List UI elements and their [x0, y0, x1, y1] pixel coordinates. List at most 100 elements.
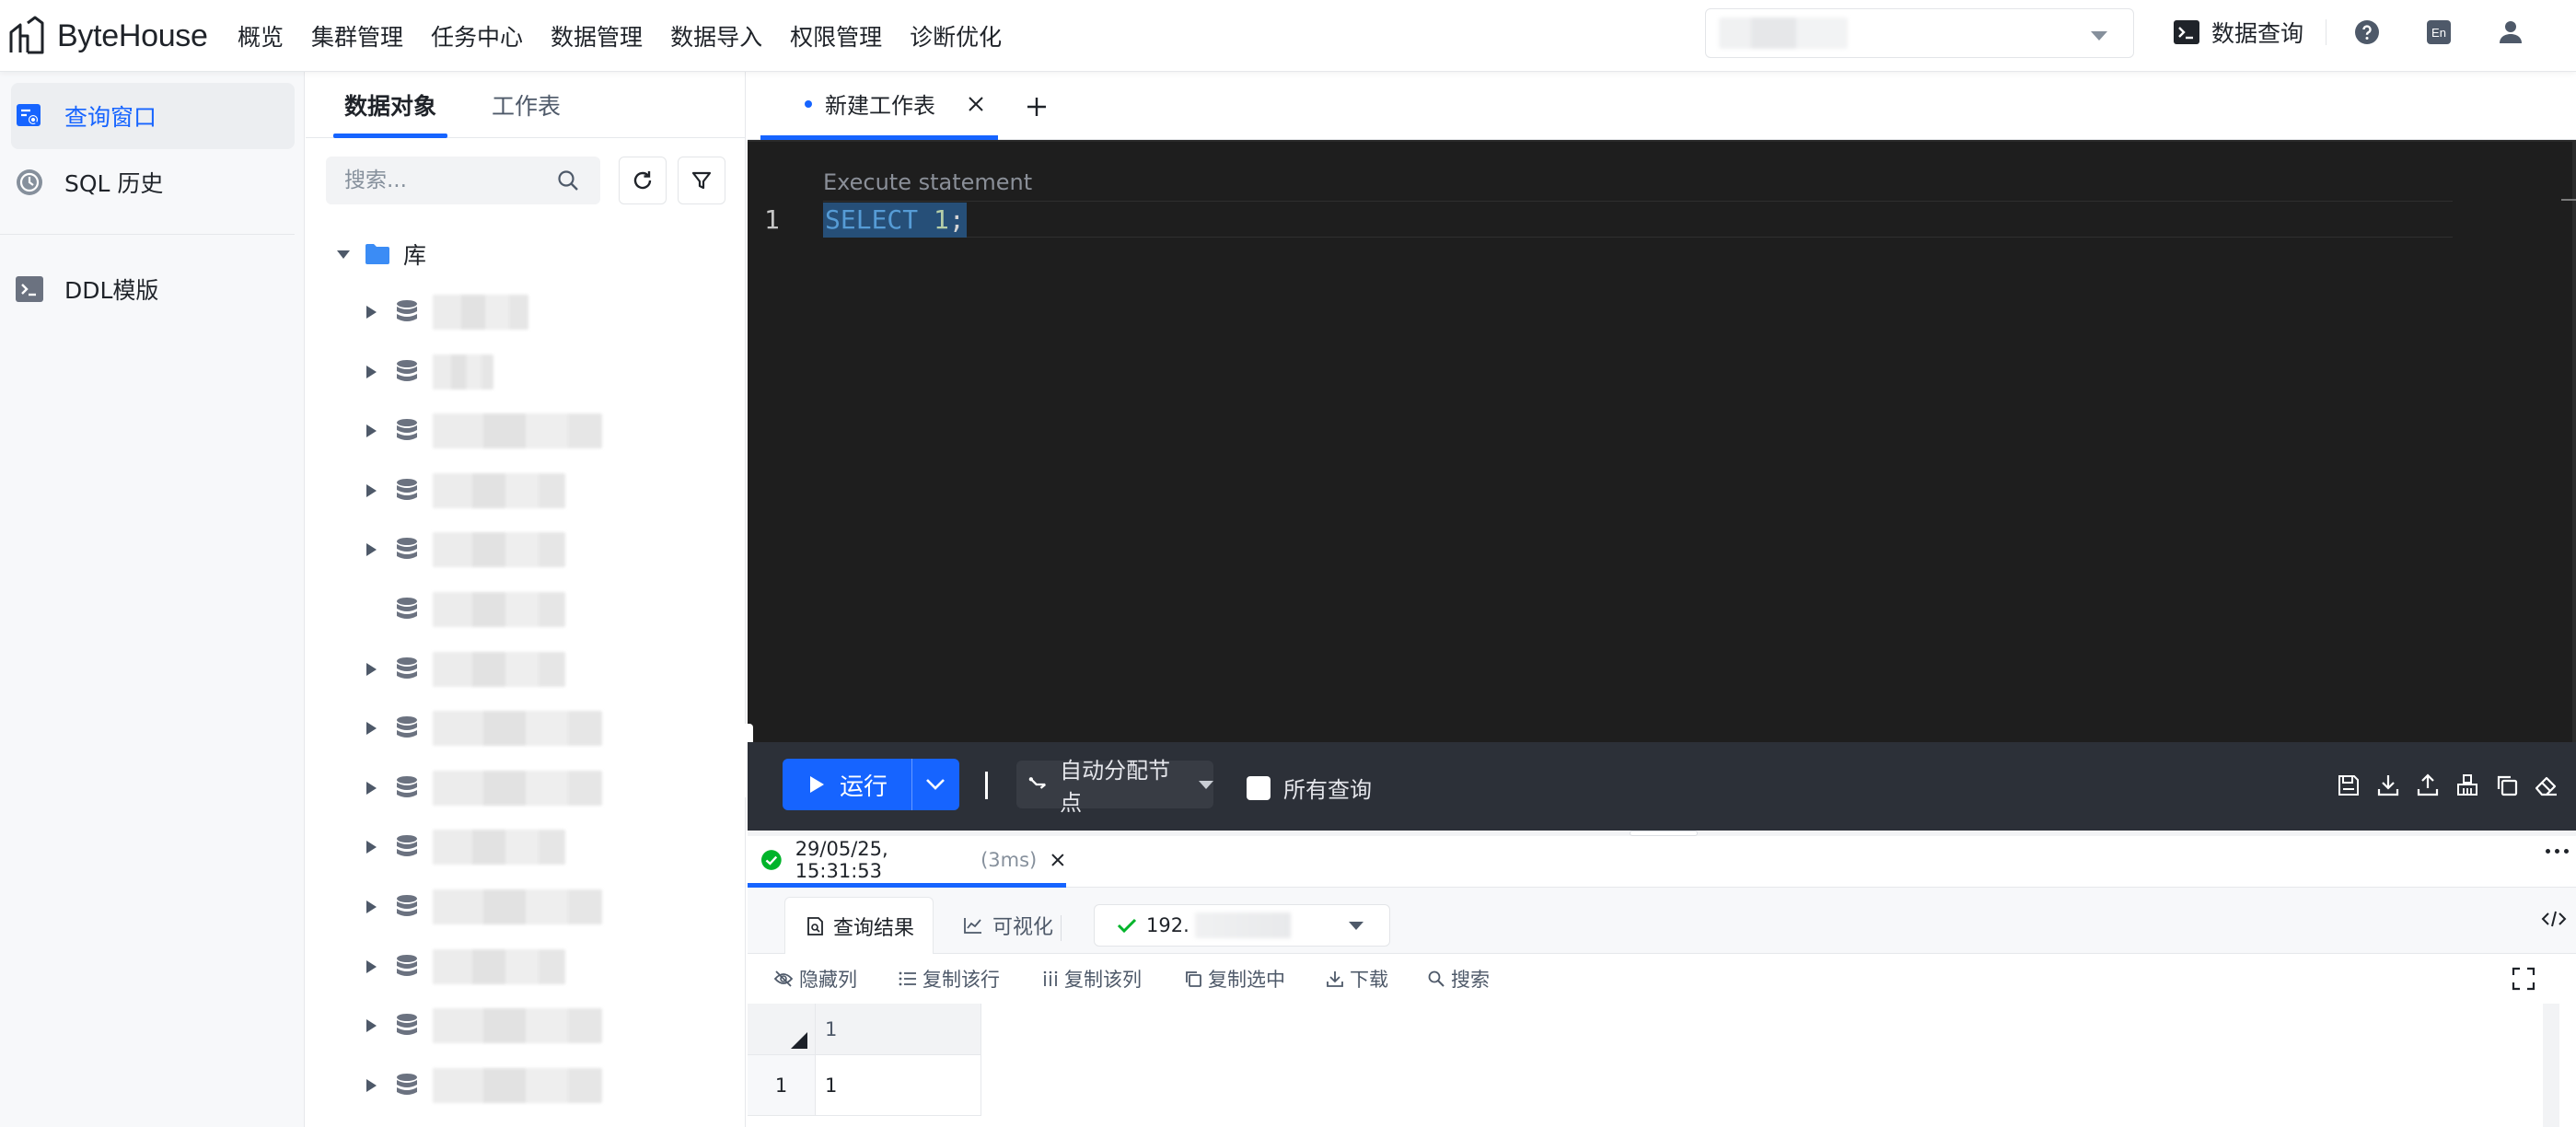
select-all-corner[interactable] — [748, 1004, 816, 1055]
nav-item-data[interactable]: 数据管理 — [551, 19, 643, 52]
run-button[interactable]: 运行 — [783, 759, 911, 810]
nav-item-overview[interactable]: 概览 — [238, 19, 284, 52]
nav-item-cluster[interactable]: 集群管理 — [311, 19, 403, 52]
database-item[interactable] — [361, 1003, 602, 1049]
host-select[interactable]: 192. — [1094, 904, 1390, 947]
sql-editor[interactable]: Execute statement 1 SELECT 1; — [748, 140, 2576, 742]
editor-scrollbar[interactable] — [2572, 140, 2576, 742]
clear-button[interactable] — [2531, 770, 2562, 801]
hide-column-button[interactable]: 隐藏列 — [773, 954, 857, 1004]
tab-worksheets[interactable]: 工作表 — [492, 72, 561, 138]
upload-button[interactable] — [2412, 770, 2443, 801]
copy-selection-button[interactable]: 复制选中 — [1184, 954, 1285, 1004]
refresh-button[interactable] — [619, 157, 667, 204]
save-button[interactable] — [2333, 770, 2364, 801]
tab-query-result[interactable]: 查询结果 — [784, 897, 934, 954]
add-worksheet-button[interactable] — [1015, 85, 1059, 129]
caret-right-icon[interactable] — [361, 957, 381, 977]
search-result-button[interactable]: 搜索 — [1427, 954, 1490, 1004]
database-item[interactable] — [361, 765, 602, 811]
nav-item-import[interactable]: 数据导入 — [670, 19, 762, 52]
tree-root-databases[interactable]: 库 — [335, 236, 426, 273]
filter-button[interactable] — [678, 157, 725, 204]
database-item[interactable] — [361, 646, 565, 692]
database-item[interactable] — [361, 1063, 602, 1109]
caret-right-icon[interactable] — [361, 837, 381, 857]
database-item[interactable] — [361, 468, 565, 514]
sql-code[interactable]: SELECT 1; — [823, 203, 967, 238]
caret-right-icon[interactable] — [361, 659, 381, 680]
result-doc-icon — [807, 916, 823, 935]
row-number[interactable]: 1 — [748, 1055, 816, 1116]
terminal-icon — [2174, 20, 2199, 44]
node-select-label: 自动分配节点 — [1060, 758, 1171, 816]
run-options-dropdown[interactable] — [912, 759, 958, 810]
table-cell[interactable]: 1 — [816, 1055, 981, 1116]
fullscreen-icon[interactable] — [2512, 967, 2535, 991]
eraser-icon — [2535, 776, 2557, 796]
caret-right-icon[interactable] — [361, 897, 381, 917]
caret-right-icon[interactable] — [361, 481, 381, 501]
sidebar-item-ddl-template[interactable]: DDL模版 — [11, 256, 295, 322]
nav-item-diagnose[interactable]: 诊断优化 — [910, 19, 1002, 52]
database-item[interactable] — [361, 705, 602, 751]
caret-right-icon[interactable] — [361, 718, 381, 738]
database-item[interactable] — [361, 587, 565, 633]
nav-item-tasks[interactable]: 任务中心 — [431, 19, 523, 52]
database-item[interactable] — [361, 944, 565, 990]
tab-label: 可视化 — [992, 916, 1054, 939]
database-item[interactable] — [361, 884, 602, 930]
copy-column-button[interactable]: 复制该列 — [1042, 954, 1142, 1004]
caret-right-icon[interactable] — [361, 421, 381, 441]
download-button[interactable] — [2373, 770, 2404, 801]
database-item[interactable] — [361, 824, 565, 870]
download-result-button[interactable]: 下载 — [1326, 954, 1388, 1004]
caret-right-icon[interactable] — [361, 362, 381, 382]
code-icon[interactable] — [2541, 908, 2567, 930]
caret-right-icon[interactable] — [361, 1075, 381, 1096]
database-item[interactable] — [361, 289, 528, 335]
database-icon — [392, 357, 422, 387]
instance-select[interactable] — [1705, 8, 2134, 58]
column-header[interactable]: 1 — [816, 1004, 981, 1055]
caret-right-icon[interactable] — [361, 1016, 381, 1036]
sidebar-item-label: SQL 历史 — [64, 170, 164, 197]
close-icon[interactable] — [967, 95, 985, 113]
caret-right-icon[interactable] — [361, 540, 381, 560]
tab-data-objects[interactable]: 数据对象 — [333, 72, 447, 138]
data-query-label: 数据查询 — [2211, 20, 2304, 47]
node-select[interactable]: 自动分配节点 — [1016, 758, 1213, 816]
checkbox[interactable] — [1247, 775, 1271, 800]
user-button[interactable] — [2492, 14, 2529, 51]
more-options-button[interactable] — [2546, 849, 2569, 854]
save-icon — [2338, 775, 2359, 796]
help-button[interactable] — [2349, 14, 2385, 51]
copy-row-button[interactable]: 复制该行 — [899, 954, 1000, 1004]
database-item[interactable] — [361, 527, 565, 573]
language-label: En — [2431, 26, 2446, 40]
language-button[interactable]: En — [2420, 14, 2457, 51]
tab-new-worksheet[interactable]: 新建工作表 — [760, 72, 998, 140]
result-tab[interactable]: 29/05/25, 15:31:53 (3ms) — [748, 836, 1066, 888]
caret-right-icon[interactable] — [361, 302, 381, 322]
copy-button[interactable] — [2491, 770, 2523, 801]
format-button[interactable] — [2452, 770, 2483, 801]
sidebar-item-query-window[interactable]: 查询窗口 — [11, 83, 295, 149]
result-grid: 1 1 1 — [748, 1004, 2576, 1127]
editor-actions — [2333, 770, 2570, 801]
close-icon[interactable] — [1050, 852, 1066, 868]
database-item[interactable] — [361, 408, 602, 454]
nav-item-permissions[interactable]: 权限管理 — [790, 19, 882, 52]
logo[interactable]: ByteHouse — [7, 13, 208, 59]
all-queries-checkbox[interactable]: 所有查询 — [1247, 772, 1372, 804]
action-label: 隐藏列 — [799, 969, 857, 991]
caret-right-icon[interactable] — [361, 778, 381, 798]
database-item[interactable] — [361, 349, 493, 395]
search-input[interactable] — [344, 168, 556, 192]
tab-visualization[interactable]: 可视化 — [963, 897, 1053, 954]
sidebar-item-sql-history[interactable]: SQL 历史 — [11, 149, 295, 215]
database-icon — [392, 655, 422, 684]
data-query-button[interactable]: 数据查询 — [2173, 16, 2303, 49]
grid-scrollbar[interactable] — [2543, 1004, 2559, 1127]
result-duration: (3ms) — [981, 848, 1038, 871]
